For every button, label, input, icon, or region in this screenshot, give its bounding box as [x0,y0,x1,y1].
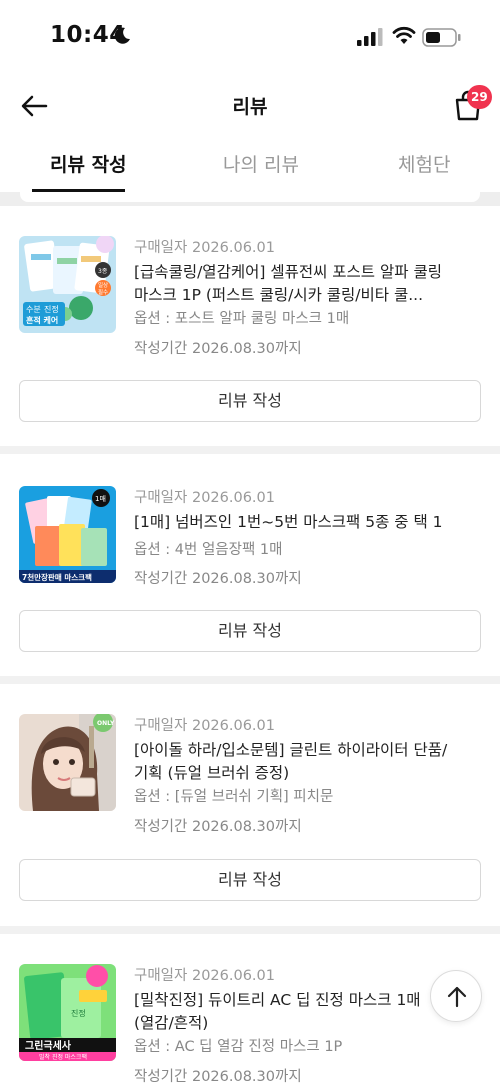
tab-experience-group[interactable]: 체험단 [398,150,450,177]
thumb-label: 필수 [98,289,108,296]
thumb-label: 흔적 케어 [26,315,58,325]
thumb-label: ONLY [97,720,115,727]
product-image: ONLY [19,714,116,811]
thumb-label: 일상 [98,281,108,289]
product-name[interactable]: [급속쿨링/열감케어] 셀퓨전씨 포스트 알파 쿨링 마스크 1P (퍼스트 쿨… [134,261,454,307]
wifi-icon [392,26,416,44]
thumb-label: 수분 [26,305,41,314]
product-option: 옵션 : AC 딥 열감 진정 마스크 1P [134,1039,343,1055]
product-image: 진정 그린극세사 밀착 진정 마스크팩 [19,964,116,1061]
thumb-label: 그린극세사 [25,1039,72,1052]
thumb-label: 밀착 진정 마스크팩 [39,1053,87,1061]
product-thumbnail[interactable]: 1매 7천만장판매 마스크팩 [19,486,116,583]
thumb-label: 1매 [95,495,106,503]
product-option: 옵션 : [듀얼 브러쉬 기획] 피치문 [134,789,334,805]
write-review-button[interactable]: 리뷰 작성 [19,610,481,652]
page-title: 리뷰 [232,96,268,118]
moon-icon [114,27,130,44]
thumb-label: 3종 [98,268,108,275]
purchase-date: 구매일자 2026.06.01 [134,718,275,734]
cart-count-badge: 29 [467,85,492,109]
item-divider [0,676,500,684]
review-item: 진정 그린극세사 밀착 진정 마스크팩 구매일자 2026.06.01 [밀착진… [0,934,500,1083]
review-deadline: 작성기간 2026.08.30까지 [134,1069,302,1083]
scroll-to-top-button[interactable] [430,970,482,1022]
thumb-label: 진정 [71,1008,86,1018]
review-deadline: 작성기간 2026.08.30까지 [134,819,302,835]
review-item: 1매 7천만장판매 마스크팩 구매일자 2026.06.01 [1매] 넘버즈인… [0,454,500,684]
purchase-date: 구매일자 2026.06.01 [134,968,275,984]
product-name[interactable]: [아이돌 하라/입소문템] 글린트 하이라이터 단품/기획 (듀얼 브러쉬 증정… [134,739,454,785]
tab-write-review[interactable]: 리뷰 작성 [50,150,127,177]
product-option: 옵션 : 포스트 알파 쿨링 마스크 1매 [134,311,350,327]
tab-my-reviews[interactable]: 나의 리뷰 [223,150,299,177]
item-divider [0,446,500,454]
product-thumbnail[interactable]: 진정 그린극세사 밀착 진정 마스크팩 [19,964,116,1061]
battery-icon [422,28,461,47]
signal-icon [357,28,383,46]
status-bar: 10:44 [0,0,500,76]
product-thumbnail[interactable]: 수분 진정 흔적 케어 3종 일상 필수 [19,236,116,333]
thumb-label: 진정 [44,304,59,314]
banner-card-edge [20,192,480,202]
thumb-label: 7천만장판매 마스크팩 [22,572,92,582]
product-thumbnail[interactable]: ONLY [19,714,116,811]
purchase-date: 구매일자 2026.06.01 [134,490,275,506]
write-review-button[interactable]: 리뷰 작성 [19,859,481,901]
review-tabs: 리뷰 작성 나의 리뷰 체험단 [0,136,500,192]
write-review-button[interactable]: 리뷰 작성 [19,380,481,422]
purchase-date: 구매일자 2026.06.01 [134,240,275,256]
review-item: 수분 진정 흔적 케어 3종 일상 필수 구매일자 2026.06.01 [급속… [0,206,500,454]
product-name[interactable]: [밀착진정] 듀이트리 AC 딥 진정 마스크 1매 (열감/흔적) [134,989,434,1035]
review-deadline: 작성기간 2026.08.30까지 [134,571,302,587]
product-image: 1매 7천만장판매 마스크팩 [19,486,116,583]
top-app-bar: 리뷰 29 [0,76,500,136]
review-deadline: 작성기간 2026.08.30까지 [134,341,302,357]
item-divider [0,926,500,934]
review-item: ONLY 구매일자 2026.06.01 [아이돌 하라/입소문템] 글린트 하… [0,684,500,934]
product-image: 수분 진정 흔적 케어 3종 일상 필수 [19,236,116,333]
product-name[interactable]: [1매] 넘버즈인 1번~5번 마스크팩 5종 중 택 1 [134,511,454,534]
product-option: 옵션 : 4번 얼음장팩 1매 [134,542,283,558]
arrow-up-icon [447,986,467,1008]
